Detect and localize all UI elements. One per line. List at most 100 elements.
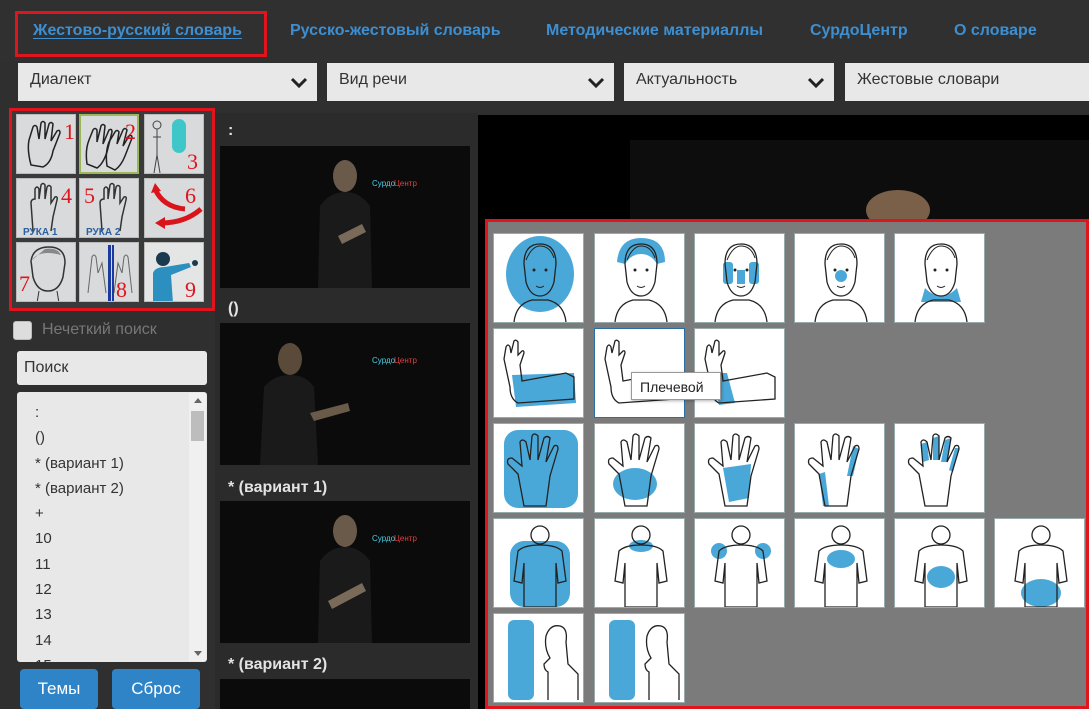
body-region-icon xyxy=(714,243,768,322)
word-list-item[interactable]: 12 xyxy=(35,577,207,602)
word-list-item[interactable]: * (вариант 2) xyxy=(35,476,207,501)
scroll-down-icon[interactable] xyxy=(194,651,202,656)
video-thumbnail[interactable] xyxy=(220,679,470,709)
body-region-tile[interactable] xyxy=(794,233,885,323)
body-region-icon xyxy=(907,433,960,507)
person-direction-tile[interactable]: 9 xyxy=(144,242,204,302)
body-region-icon xyxy=(707,433,760,507)
signer-figure: СурдоЦентр xyxy=(220,501,470,643)
word-list-item[interactable]: : xyxy=(35,400,207,425)
body-region-icon xyxy=(510,525,570,607)
symmetry-hands-icon xyxy=(87,245,133,301)
scroll-thumb[interactable] xyxy=(191,411,204,441)
tile-number: 9 xyxy=(185,277,196,302)
body-region-icon xyxy=(508,620,579,700)
checkbox-box[interactable] xyxy=(13,320,32,340)
body-region-icon xyxy=(614,238,668,322)
word-list-item[interactable]: 10 xyxy=(35,526,207,551)
tile-number: 7 xyxy=(19,271,30,296)
face-expression-tile[interactable]: 7 xyxy=(16,242,76,302)
hand-two-orientation-tile[interactable]: РУКА 2 5 xyxy=(79,178,139,238)
body-region-tile[interactable] xyxy=(594,613,685,703)
body-region-tile[interactable] xyxy=(694,423,785,513)
top-navigation: Жестово-русский словарь Русско-жестовый … xyxy=(0,0,1089,62)
watermark-left: Сурдо xyxy=(372,356,396,365)
search-input[interactable]: Поиск xyxy=(17,351,207,385)
location-body-tile[interactable]: 3 xyxy=(144,114,204,174)
nav-surdocenter[interactable]: СурдоЦентр xyxy=(810,22,908,40)
handshape-one-hand-tile[interactable]: 1 xyxy=(16,114,76,174)
video-title: () xyxy=(228,300,239,317)
watermark-right: Центр xyxy=(394,534,417,543)
video-thumbnail[interactable]: Сурдо Центр xyxy=(220,501,470,643)
video-title: * (вариант 1) xyxy=(228,479,328,496)
reset-button[interactable]: Сброс xyxy=(112,669,200,709)
hand-one-label: РУКА 1 xyxy=(23,227,58,238)
body-region-icon xyxy=(1014,525,1068,607)
video-thumbnail[interactable]: Сурдо Центр xyxy=(220,323,470,465)
dialect-select[interactable]: Диалект xyxy=(18,63,317,101)
symmetry-tile[interactable]: 8 xyxy=(79,242,139,302)
body-region-tile[interactable] xyxy=(994,518,1085,608)
video-thumbnail[interactable]: Сурдо Центр xyxy=(220,146,470,288)
nav-methodical-materials[interactable]: Методические материаллы xyxy=(546,22,763,40)
nav-about[interactable]: О словаре xyxy=(954,22,1037,40)
word-list-items: :() * (вариант 1) * (вариант 2) +10 11 12 13 14… xyxy=(17,392,207,662)
body-region-icon xyxy=(503,339,576,407)
hand-one-orientation-tile[interactable]: РУКА 1 4 xyxy=(16,178,76,238)
body-region-tile[interactable] xyxy=(794,423,885,513)
body-region-tile[interactable] xyxy=(794,518,885,608)
body-region-icon xyxy=(814,243,868,322)
word-list-item[interactable]: 15 xyxy=(35,653,207,662)
signer-figure: СурдоЦентр xyxy=(220,146,470,288)
part-of-speech-select[interactable]: Вид речи xyxy=(327,63,614,101)
word-list-item[interactable]: * (вариант 1) xyxy=(35,451,207,476)
body-region-tile[interactable] xyxy=(493,423,584,513)
body-region-icon xyxy=(914,525,968,607)
video-title: : xyxy=(228,122,234,139)
body-region-icon xyxy=(614,525,668,607)
handshape-two-hands-tile[interactable]: 2 xyxy=(79,114,139,174)
body-region-tile[interactable] xyxy=(694,518,785,608)
body-region-tile[interactable] xyxy=(493,233,584,323)
body-region-icon xyxy=(609,620,680,700)
body-region-tile[interactable] xyxy=(694,233,785,323)
tile-number: 2 xyxy=(125,119,136,144)
chevron-down-icon xyxy=(587,77,605,89)
tile-number: 3 xyxy=(187,149,198,174)
body-region-tile[interactable] xyxy=(594,518,685,608)
sign-dictionaries-select-label: Жестовые словари xyxy=(857,71,1000,88)
watermark-right: Центр xyxy=(394,179,417,188)
sign-dictionaries-select[interactable]: Жестовые словари xyxy=(845,63,1089,101)
fuzzy-search-checkbox[interactable]: Нечеткий поиск xyxy=(13,320,157,340)
video-title: * (вариант 2) xyxy=(228,656,328,673)
watermark-left: Сурдо xyxy=(372,179,396,188)
body-region-tile[interactable] xyxy=(493,518,584,608)
body-region-tile[interactable] xyxy=(493,613,584,703)
chevron-down-icon xyxy=(290,77,308,89)
body-region-icon xyxy=(607,433,660,507)
word-list-item[interactable]: 14 xyxy=(35,628,207,653)
word-list-scrollbar[interactable] xyxy=(189,393,206,661)
signer-figure xyxy=(220,679,470,709)
body-region-tile[interactable] xyxy=(594,423,685,513)
body-region-icon xyxy=(506,236,574,322)
body-region-tile[interactable] xyxy=(594,233,685,323)
body-region-tile[interactable] xyxy=(493,328,584,418)
watermark-left: Сурдо xyxy=(372,534,396,543)
body-region-icon xyxy=(504,430,578,508)
movement-tile[interactable]: 6 xyxy=(144,178,204,238)
word-list-item[interactable]: 13 xyxy=(35,602,207,627)
scroll-up-icon[interactable] xyxy=(194,398,202,403)
watermark-right: Центр xyxy=(394,356,417,365)
word-list-item[interactable]: 11 xyxy=(35,552,207,577)
body-region-tile[interactable] xyxy=(894,518,985,608)
themes-button[interactable]: Темы xyxy=(20,669,98,709)
word-list-item[interactable]: () xyxy=(35,425,207,450)
nav-russian-sign-dictionary[interactable]: Русско-жестовый словарь xyxy=(290,22,501,40)
body-region-tile[interactable] xyxy=(894,423,985,513)
body-region-tile[interactable] xyxy=(894,233,985,323)
fuzzy-search-label: Нечеткий поиск xyxy=(42,321,157,338)
relevance-select[interactable]: Актуальность xyxy=(624,63,834,101)
word-list-item[interactable]: + xyxy=(35,501,207,526)
